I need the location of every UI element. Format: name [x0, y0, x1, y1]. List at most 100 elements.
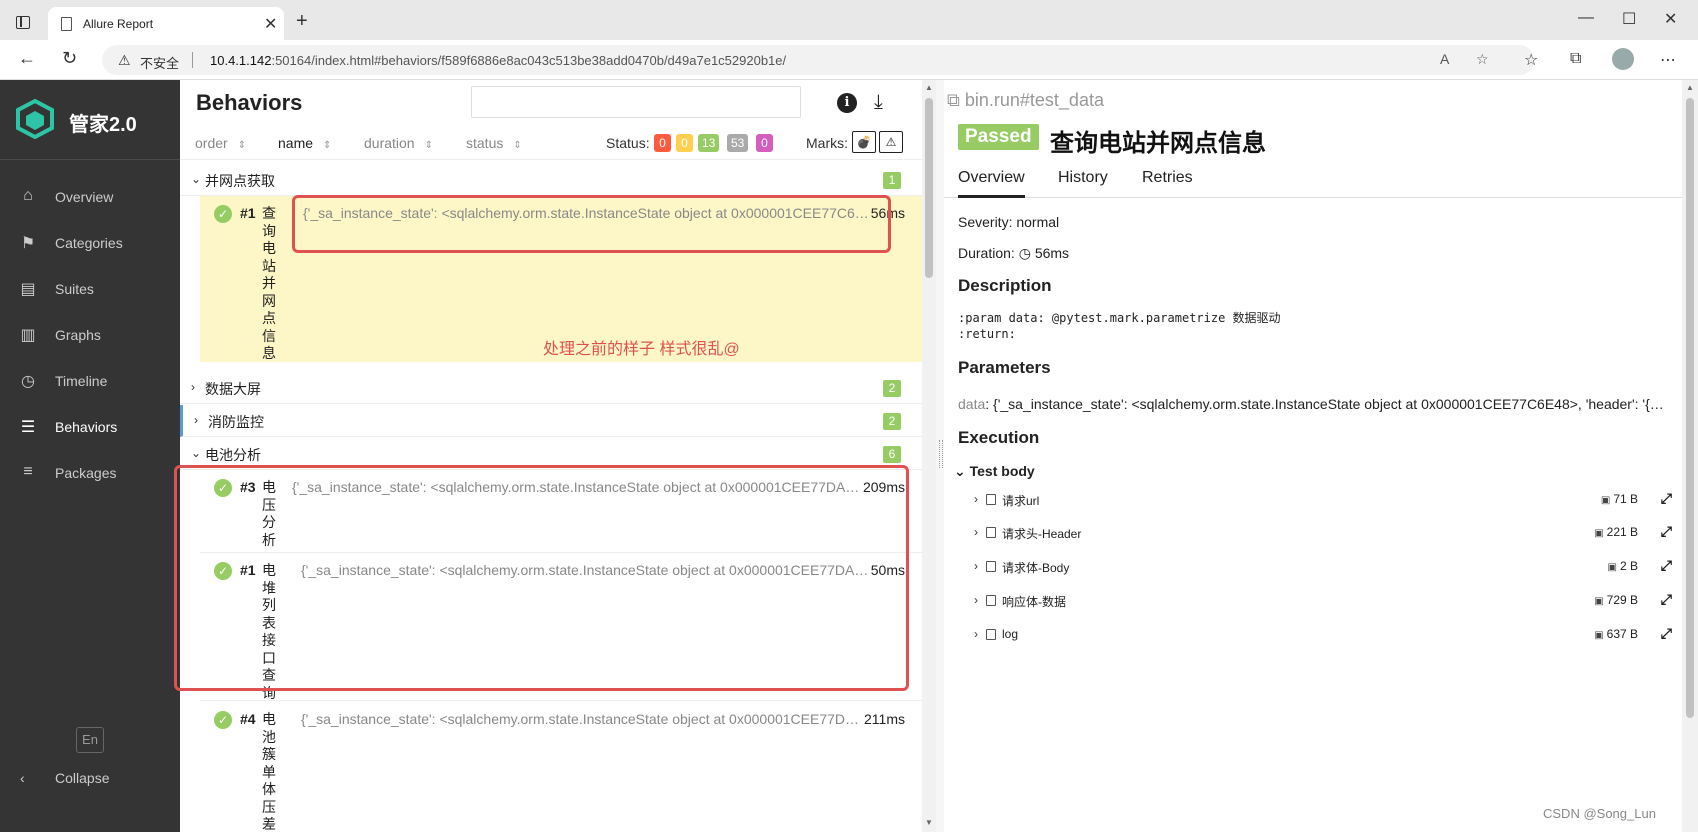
- attachment-row[interactable]: › log 637 B ⤢: [974, 625, 1674, 649]
- status-label: Status:: [606, 135, 650, 151]
- info-icon[interactable]: i: [837, 93, 857, 113]
- read-aloud-icon[interactable]: A: [1440, 51, 1449, 67]
- chevron-right-icon: ›: [974, 627, 978, 641]
- case-number: #4: [240, 711, 256, 727]
- sidebar-item-label: Graphs: [55, 327, 101, 343]
- more-icon[interactable]: ⋯: [1660, 50, 1676, 70]
- app-title[interactable]: 管家2.0: [69, 108, 137, 137]
- tab-history[interactable]: History: [1058, 169, 1108, 187]
- scroll-thumb[interactable]: [925, 98, 933, 278]
- test-body-toggle[interactable]: ⌄ Test body: [954, 463, 1035, 480]
- attachment-size: 729 B: [1594, 593, 1638, 607]
- attachment-row[interactable]: › 响应体-数据 729 B ⤢: [974, 591, 1674, 615]
- group-name: 电池分析: [205, 447, 261, 463]
- download-icon[interactable]: ⤓: [874, 91, 883, 114]
- test-title: 查询电站并网点信息: [1050, 130, 1266, 157]
- chevron-right-icon: ›: [974, 492, 978, 506]
- behaviors-scrollbar[interactable]: ▲ ▼: [922, 80, 936, 832]
- sort-duration[interactable]: duration ⇕: [364, 135, 433, 151]
- flaky-mark-icon[interactable]: 💣: [852, 131, 876, 153]
- close-tab-icon[interactable]: ✕: [264, 14, 277, 34]
- sort-name[interactable]: name ⇕: [278, 135, 331, 151]
- search-input[interactable]: [471, 86, 801, 118]
- chevron-down-icon: ⌄: [191, 446, 202, 460]
- warning-mark-icon[interactable]: ⚠: [879, 131, 903, 153]
- sidebar-item-suites[interactable]: ▤ Suites: [0, 270, 180, 310]
- attachment-row[interactable]: › 请求体-Body 2 B ⤢: [974, 557, 1674, 581]
- pane-splitter[interactable]: [936, 80, 944, 832]
- status-unknown-badge[interactable]: 0: [756, 134, 773, 152]
- duration: Duration: ◷ 56ms: [958, 245, 1070, 261]
- expand-icon[interactable]: ⤢: [1661, 625, 1672, 642]
- scroll-up-icon[interactable]: ▲: [1686, 83, 1694, 92]
- behavior-group[interactable]: › 数据大屏 2: [180, 372, 922, 404]
- behavior-group[interactable]: › 消防监控 2: [180, 405, 922, 437]
- sidebar-item-label: Timeline: [55, 373, 108, 389]
- expand-icon[interactable]: ⤢: [1661, 557, 1672, 574]
- chevron-down-icon: ⌄: [191, 172, 202, 186]
- url-field[interactable]: ⚠ 不安全 10.4.1.142:50164/index.html#behavi…: [102, 45, 1534, 75]
- attachment-size: 71 B: [1601, 492, 1638, 506]
- sidebar-item-label: Packages: [55, 465, 117, 481]
- behavior-group[interactable]: ⌄ 并网点获取 1: [180, 164, 922, 196]
- scroll-thumb[interactable]: [1686, 98, 1694, 718]
- reload-icon[interactable]: ↻: [62, 48, 77, 69]
- window-menu-icon[interactable]: [16, 16, 30, 29]
- attachment-name: 响应体-数据: [1002, 595, 1066, 609]
- warning-icon[interactable]: ⚠: [118, 52, 131, 69]
- tab-title: Allure Report: [83, 17, 154, 31]
- group-name: 消防监控: [208, 414, 264, 430]
- language-button[interactable]: En: [76, 727, 104, 753]
- minimize-icon[interactable]: —: [1578, 9, 1594, 27]
- url-text[interactable]: 10.4.1.142:50164/index.html#behaviors/f5…: [210, 53, 786, 68]
- expand-icon[interactable]: ⤢: [1661, 523, 1672, 540]
- sidebar-item-packages[interactable]: ≡ Packages: [0, 454, 180, 494]
- chevron-right-icon: ›: [191, 380, 195, 394]
- sidebar-item-categories[interactable]: ⚑ Categories: [0, 224, 180, 264]
- case-name: 电池簇单体压差分: [262, 711, 276, 832]
- attachment-size: 637 B: [1594, 627, 1638, 641]
- status-broken-badge[interactable]: 0: [676, 134, 693, 152]
- sort-toolbar: order ⇕ name ⇕ duration ⇕ status ⇕ Status: 0…: [180, 124, 922, 160]
- attachment-row[interactable]: › 请求url 71 B ⤢: [974, 490, 1674, 514]
- address-bar: ← ↻ ⚠ 不安全 10.4.1.142:50164/index.html#be…: [0, 40, 1698, 80]
- collections-icon[interactable]: ⧉: [1570, 50, 1581, 68]
- expand-icon[interactable]: ⤢: [1661, 490, 1672, 507]
- new-tab-icon[interactable]: +: [296, 10, 308, 33]
- parameters-heading: Parameters: [958, 358, 1051, 377]
- sort-arrows-icon: ⇕: [513, 140, 522, 151]
- sidebar-item-timeline[interactable]: ◷ Timeline: [0, 362, 180, 402]
- clock-icon: ◷: [21, 373, 35, 390]
- collapse-button[interactable]: ‹ Collapse: [20, 770, 109, 786]
- attachment-row[interactable]: › 请求头-Header 221 B ⤢: [974, 523, 1674, 547]
- sidebar-item-overview[interactable]: ⌂ Overview: [0, 178, 180, 218]
- breadcrumb[interactable]: ⧉ bin.run#test_data: [947, 90, 1104, 111]
- expand-icon[interactable]: ⤢: [1661, 591, 1672, 608]
- test-case-row[interactable]: ✓ #4 电池簇单体压差分 {'_sa_instance_state': <sq…: [200, 702, 922, 832]
- back-icon[interactable]: ←: [18, 48, 36, 69]
- close-window-icon[interactable]: ✕: [1664, 9, 1677, 29]
- browser-tab[interactable]: Allure Report ✕: [48, 7, 284, 40]
- add-favorite-icon[interactable]: ☆: [1476, 51, 1489, 68]
- sidebar-item-graphs[interactable]: ▥ Graphs: [0, 316, 180, 356]
- annotation-box: [292, 195, 891, 253]
- favorites-icon[interactable]: ☆: [1524, 50, 1538, 70]
- detail-scrollbar[interactable]: ▲: [1682, 80, 1698, 832]
- profile-avatar[interactable]: [1612, 48, 1634, 70]
- case-name: 查询电站并网点信息: [262, 205, 276, 361]
- tab-overview[interactable]: Overview: [958, 169, 1025, 198]
- status-skipped-badge[interactable]: 53: [727, 134, 749, 152]
- scroll-down-icon[interactable]: ▼: [925, 818, 933, 827]
- sort-status[interactable]: status ⇕: [466, 135, 522, 151]
- clock-icon: ◷: [1018, 245, 1031, 261]
- attachment-icon: [986, 494, 996, 505]
- test-detail-panel: ⧉ bin.run#test_data Passed 查询电站并网点信息 Ove…: [944, 80, 1682, 832]
- status-passed-badge[interactable]: 13: [698, 134, 720, 152]
- status-failed-badge[interactable]: 0: [654, 134, 671, 152]
- sort-order[interactable]: order ⇕: [195, 135, 246, 151]
- maximize-icon[interactable]: ☐: [1622, 9, 1636, 29]
- scroll-up-icon[interactable]: ▲: [925, 83, 933, 92]
- tab-retries[interactable]: Retries: [1142, 169, 1193, 187]
- insecure-label[interactable]: 不安全: [140, 53, 179, 72]
- sidebar-item-behaviors[interactable]: ☰ Behaviors: [0, 408, 180, 448]
